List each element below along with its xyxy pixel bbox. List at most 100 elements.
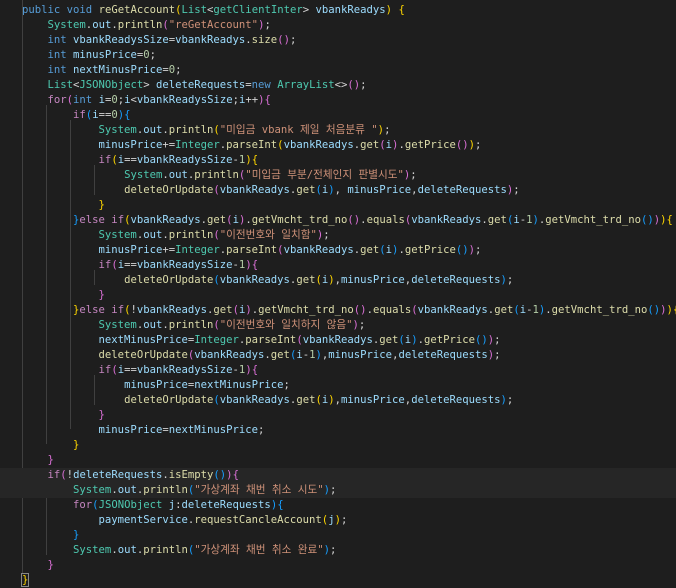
code-token: ; <box>506 394 514 406</box>
code-token: getClientInter <box>213 4 303 16</box>
code-line[interactable]: System.out.println("가상계좌 채번 취소 완료"); <box>0 543 676 558</box>
code-token: vbankReadys <box>194 349 265 361</box>
code-line[interactable]: System.out.println("reGetAccount"); <box>0 18 676 33</box>
code-token: else if <box>79 214 125 226</box>
code-line[interactable]: nextMinusPrice=Integer.parseInt(vbankRea… <box>0 333 676 348</box>
code-line[interactable]: } <box>0 573 676 588</box>
code-token: ; <box>323 229 330 241</box>
code-line[interactable]: }else if(vbankReadys.get(i).getVmcht_trd… <box>0 213 676 228</box>
code-line[interactable]: if(!deleteRequests.isEmpty()){ <box>0 468 676 483</box>
code-line[interactable]: deleteOrUpdate(vbankReadys.get(i-1),minu… <box>0 348 676 363</box>
code-line[interactable]: deleteOrUpdate(vbankReadys.get(i),minusP… <box>0 393 676 408</box>
code-token: () <box>213 469 227 481</box>
code-line[interactable]: System.out.println("이전번호와 일치하지 않음"); <box>0 318 676 333</box>
code-line[interactable]: if(i==vbankReadysSize-1){ <box>0 363 676 378</box>
code-token: Integer <box>194 334 239 346</box>
code-token: getVmcht_trd_no <box>551 304 648 316</box>
code-token: System <box>47 19 86 31</box>
code-token: } <box>73 529 80 541</box>
code-line[interactable]: } <box>0 453 676 468</box>
code-token: "이전번호와 일치함" <box>219 229 317 241</box>
code-token: } <box>73 439 80 451</box>
code-line[interactable]: minusPrice+=Integer.parseInt(vbankReadys… <box>0 138 676 153</box>
code-line[interactable]: int minusPrice=0; <box>0 48 676 63</box>
code-token: () <box>277 34 290 46</box>
code-token: deleteRequests <box>73 469 163 481</box>
code-line[interactable]: int vbankReadysSize=vbankReadys.size(); <box>0 33 676 48</box>
code-line[interactable]: if(i==vbankReadysSize-1){ <box>0 258 676 273</box>
code-token: () <box>353 304 367 316</box>
code-line[interactable]: }else if(!vbankReadys.get(i).getVmcht_tr… <box>0 303 676 318</box>
code-token: += <box>162 139 176 151</box>
code-token: println <box>168 124 214 136</box>
code-token: , <box>334 184 348 196</box>
code-token: } <box>20 573 30 587</box>
code-line[interactable]: int nextMinusPrice=0; <box>0 63 676 78</box>
code-editor[interactable]: public void reGetAccount(List<getClientI… <box>0 0 676 588</box>
code-token: vbankReadys <box>130 214 201 226</box>
code-line[interactable]: deleteOrUpdate(vbankReadys.get(i), minus… <box>0 183 676 198</box>
code-token: == <box>124 154 137 166</box>
code-token: deleteOrUpdate <box>98 349 188 361</box>
code-line[interactable]: if(i==vbankReadysSize-1){ <box>0 153 676 168</box>
code-line[interactable]: System.out.println("이전번호와 일치함"); <box>0 228 676 243</box>
code-line[interactable]: List<JSONObject> deleteRequests=new Arra… <box>0 78 676 93</box>
code-token: Integer <box>175 139 220 151</box>
code-token: get <box>296 274 316 286</box>
code-token: deleteRequests <box>398 349 488 361</box>
code-token: deleteOrUpdate <box>124 394 214 406</box>
code-line[interactable]: paymentService.requestCancleAccount(j); <box>0 513 676 528</box>
code-line[interactable]: } <box>0 408 676 423</box>
code-token: get <box>360 244 380 256</box>
code-token: minusPrice <box>98 244 163 256</box>
code-token: } <box>98 199 105 211</box>
code-line[interactable]: } <box>0 288 676 303</box>
code-token: JSONObject <box>79 79 144 91</box>
code-line[interactable]: System.out.println("미입금 vbank 제일 처음분류 ")… <box>0 123 676 138</box>
code-token: == <box>98 109 112 121</box>
code-token: { <box>277 499 284 511</box>
code-line[interactable]: System.out.println("미입금 부분/전체인지 판별시도"); <box>0 168 676 183</box>
code-token: getPrice <box>404 244 456 256</box>
code-token: vbankReadysSize <box>73 34 169 46</box>
code-token: ++ <box>245 94 259 106</box>
code-line[interactable]: } <box>0 438 676 453</box>
code-token: "미입금 vbank 제일 처음분류 " <box>219 124 378 136</box>
code-token: () <box>455 139 469 151</box>
code-token: List <box>181 4 208 16</box>
code-token: System <box>98 124 137 136</box>
code-line[interactable]: } <box>0 558 676 573</box>
code-token: ; <box>506 274 514 286</box>
code-token: ; <box>330 484 337 496</box>
code-line[interactable]: deleteOrUpdate(vbankReadys.get(i),minusP… <box>0 273 676 288</box>
code-token: ; <box>494 349 501 361</box>
code-token: { <box>264 94 271 106</box>
code-line[interactable]: public void reGetAccount(List<getClientI… <box>0 3 676 18</box>
code-line[interactable]: for(int i=0;i<vbankReadysSize;i++){ <box>0 93 676 108</box>
code-line[interactable]: } <box>0 198 676 213</box>
code-token: println <box>117 19 163 31</box>
code-line[interactable]: minusPrice+=Integer.parseInt(vbankReadys… <box>0 243 676 258</box>
code-token: ; <box>283 379 290 391</box>
code-token: vbankReadys <box>315 4 386 16</box>
code-line[interactable]: minusPrice=nextMinusPrice; <box>0 423 676 438</box>
code-line[interactable]: System.out.println("가상계좌 채번 취소 시도"); <box>0 483 676 498</box>
code-line[interactable]: minusPrice=nextMinusPrice; <box>0 378 676 393</box>
code-token: > <box>143 79 156 91</box>
code-line[interactable]: for(JSONObject j:deleteRequests){ <box>0 498 676 513</box>
code-line[interactable]: } <box>0 528 676 543</box>
code-line[interactable]: if(i==0){ <box>0 108 676 123</box>
